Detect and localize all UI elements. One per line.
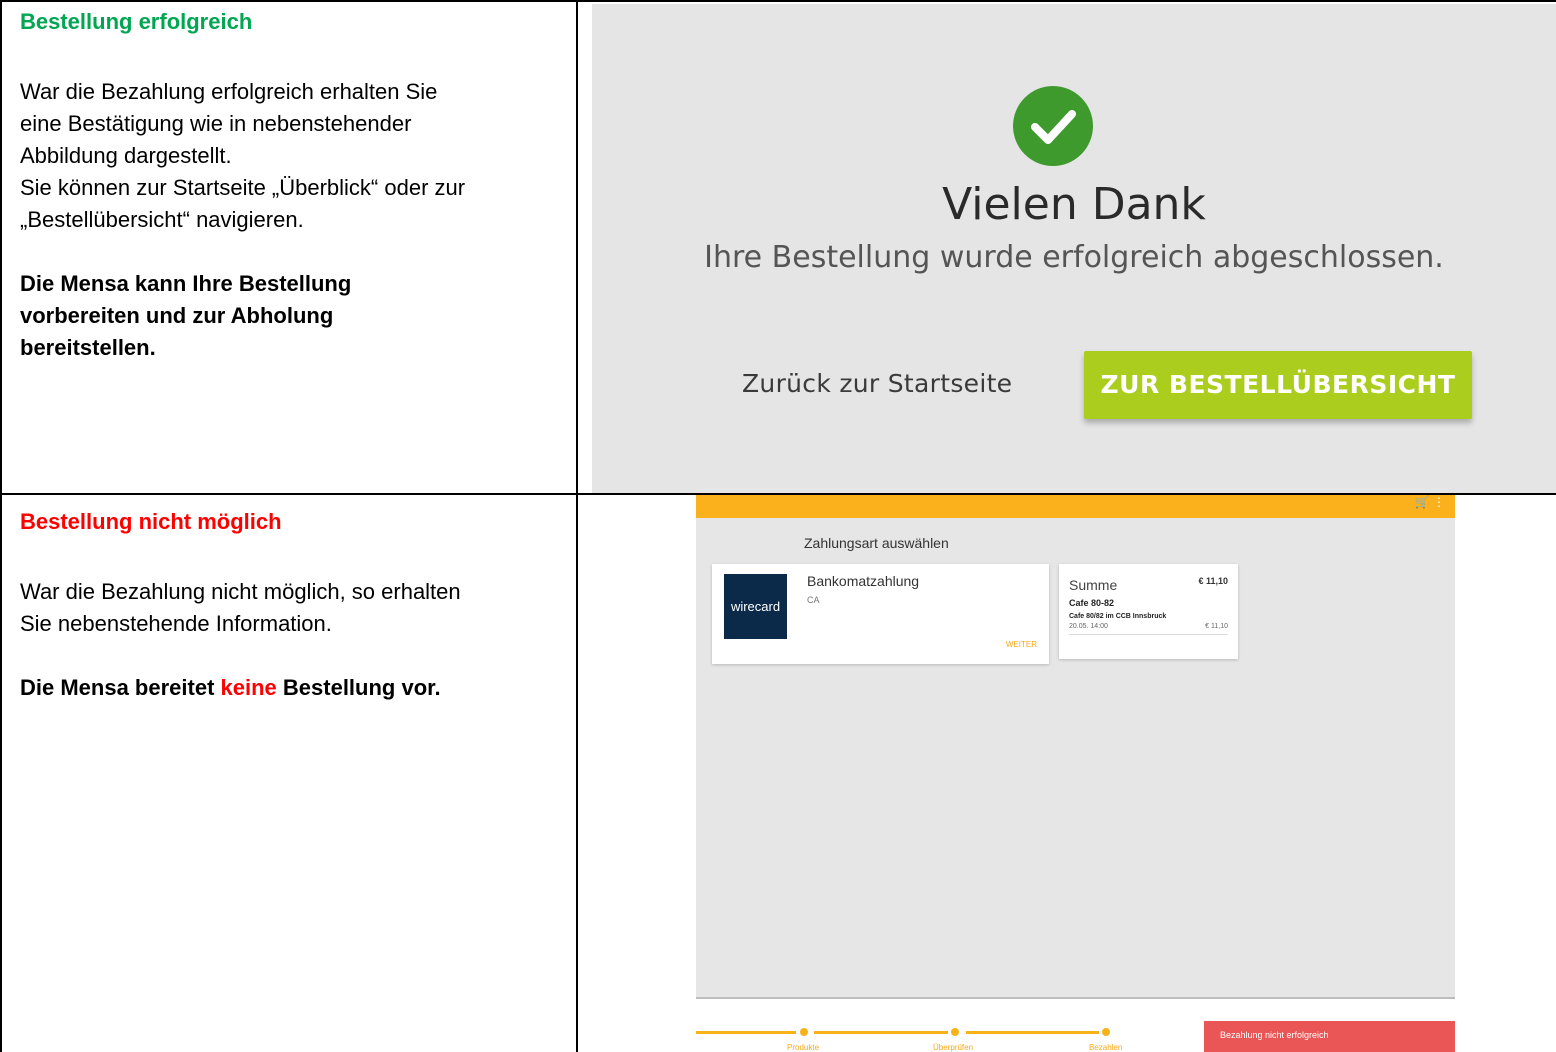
stepper-line-3 <box>966 1031 1099 1034</box>
thank-you-title: Vielen Dank <box>942 179 1206 230</box>
summary-shop: Cafe 80-82 <box>1069 598 1115 608</box>
summary-card: Summe € 11,10 Cafe 80-82 Cafe 80/82 im C… <box>1059 564 1238 659</box>
step-products[interactable]: Produkte <box>787 1043 819 1052</box>
order-overview-button[interactable]: ZUR BESTELLÜBERSICHT <box>1084 351 1472 419</box>
row1-heading: Bestellung erfolgreich <box>20 9 253 34</box>
row1-line-1: War die Bezahlung erfolgreich erhalten S… <box>20 79 438 104</box>
payment-error-snackbar: Bezahlung nicht erfolgreich <box>1204 1021 1455 1052</box>
summary-price: € 11,10 <box>1205 623 1228 630</box>
row2-heading: Bestellung nicht möglich <box>20 509 282 534</box>
table-border-left <box>0 0 2 1052</box>
payment-method-card[interactable]: wirecard Bankomatzahlung CA WEITER <box>712 564 1049 664</box>
row1-bold-line-2: vorbereiten und zur Abholung <box>20 303 334 328</box>
wirecard-logo: wirecard <box>724 574 787 639</box>
cart-icon[interactable]: 🛒 ⋮ <box>1415 495 1445 509</box>
row2-line-1: War die Bezahlung nicht möglich, so erha… <box>20 579 461 604</box>
row1-line-3: Abbildung dargestellt. <box>20 143 232 168</box>
summary-total: € 11,10 <box>1198 576 1228 586</box>
summary-date: 20.05. 14:00 <box>1069 623 1108 630</box>
payment-method-sub: CA <box>807 595 820 605</box>
step-pay[interactable]: Bezahlen <box>1089 1043 1122 1052</box>
success-screenshot: Vielen Dank Ihre Bestellung wurde erfolg… <box>592 4 1556 493</box>
stepper-dot-2 <box>951 1028 959 1036</box>
table-border-top <box>0 0 1556 2</box>
payment-method-name: Bankomatzahlung <box>807 573 920 589</box>
summary-label: Summe <box>1069 577 1118 593</box>
summary-divider <box>1069 634 1228 635</box>
payment-screenshot: 🛒 ⋮ Zahlungsart auswählen wirecard Banko… <box>696 495 1455 1052</box>
back-to-start-link[interactable]: Zurück zur Startseite <box>742 369 1012 398</box>
row1-bold-line-1: Die Mensa kann Ihre Bestellung <box>20 271 352 296</box>
stepper-line-1 <box>696 1031 796 1034</box>
row2-bold-red: keine <box>220 675 277 700</box>
continue-button[interactable]: WEITER <box>1006 640 1037 649</box>
stepper-dot-3 <box>1102 1028 1110 1036</box>
row2-line-2: Sie nebenstehende Information. <box>20 611 332 636</box>
row1-line-4: Sie können zur Startseite „Überblick“ od… <box>20 175 466 200</box>
row2-bold-prefix: Die Mensa bereitet <box>20 675 221 700</box>
payment-title: Zahlungsart auswählen <box>804 535 949 551</box>
table-border-middle <box>576 0 578 1052</box>
row1-bold-line-3: bereitstellen. <box>20 335 156 360</box>
stepper-line-2 <box>814 1031 948 1034</box>
top-app-bar: 🛒 ⋮ <box>696 495 1455 518</box>
summary-location: Cafe 80/82 im CCB Innsbruck <box>1069 613 1167 620</box>
row1-text-cell: Bestellung erfolgreich War die Bezahlung… <box>20 6 570 364</box>
row2-text-cell: Bestellung nicht möglich War die Bezahlu… <box>20 506 570 704</box>
row2-bold-suffix: Bestellung vor. <box>276 675 441 700</box>
row2-bold-line: Die Mensa bereitet keine Bestellung vor. <box>20 672 570 704</box>
thank-you-subtitle: Ihre Bestellung wurde erfolgreich abgesc… <box>704 240 1444 275</box>
stepper-dot-1 <box>800 1028 808 1036</box>
row1-line-5: „Bestellübersicht“ navigieren. <box>20 207 304 232</box>
step-review[interactable]: Überprüfen <box>933 1043 973 1052</box>
row1-line-2: eine Bestätigung wie in nebenstehender <box>20 111 412 136</box>
check-circle-icon <box>1013 86 1093 166</box>
